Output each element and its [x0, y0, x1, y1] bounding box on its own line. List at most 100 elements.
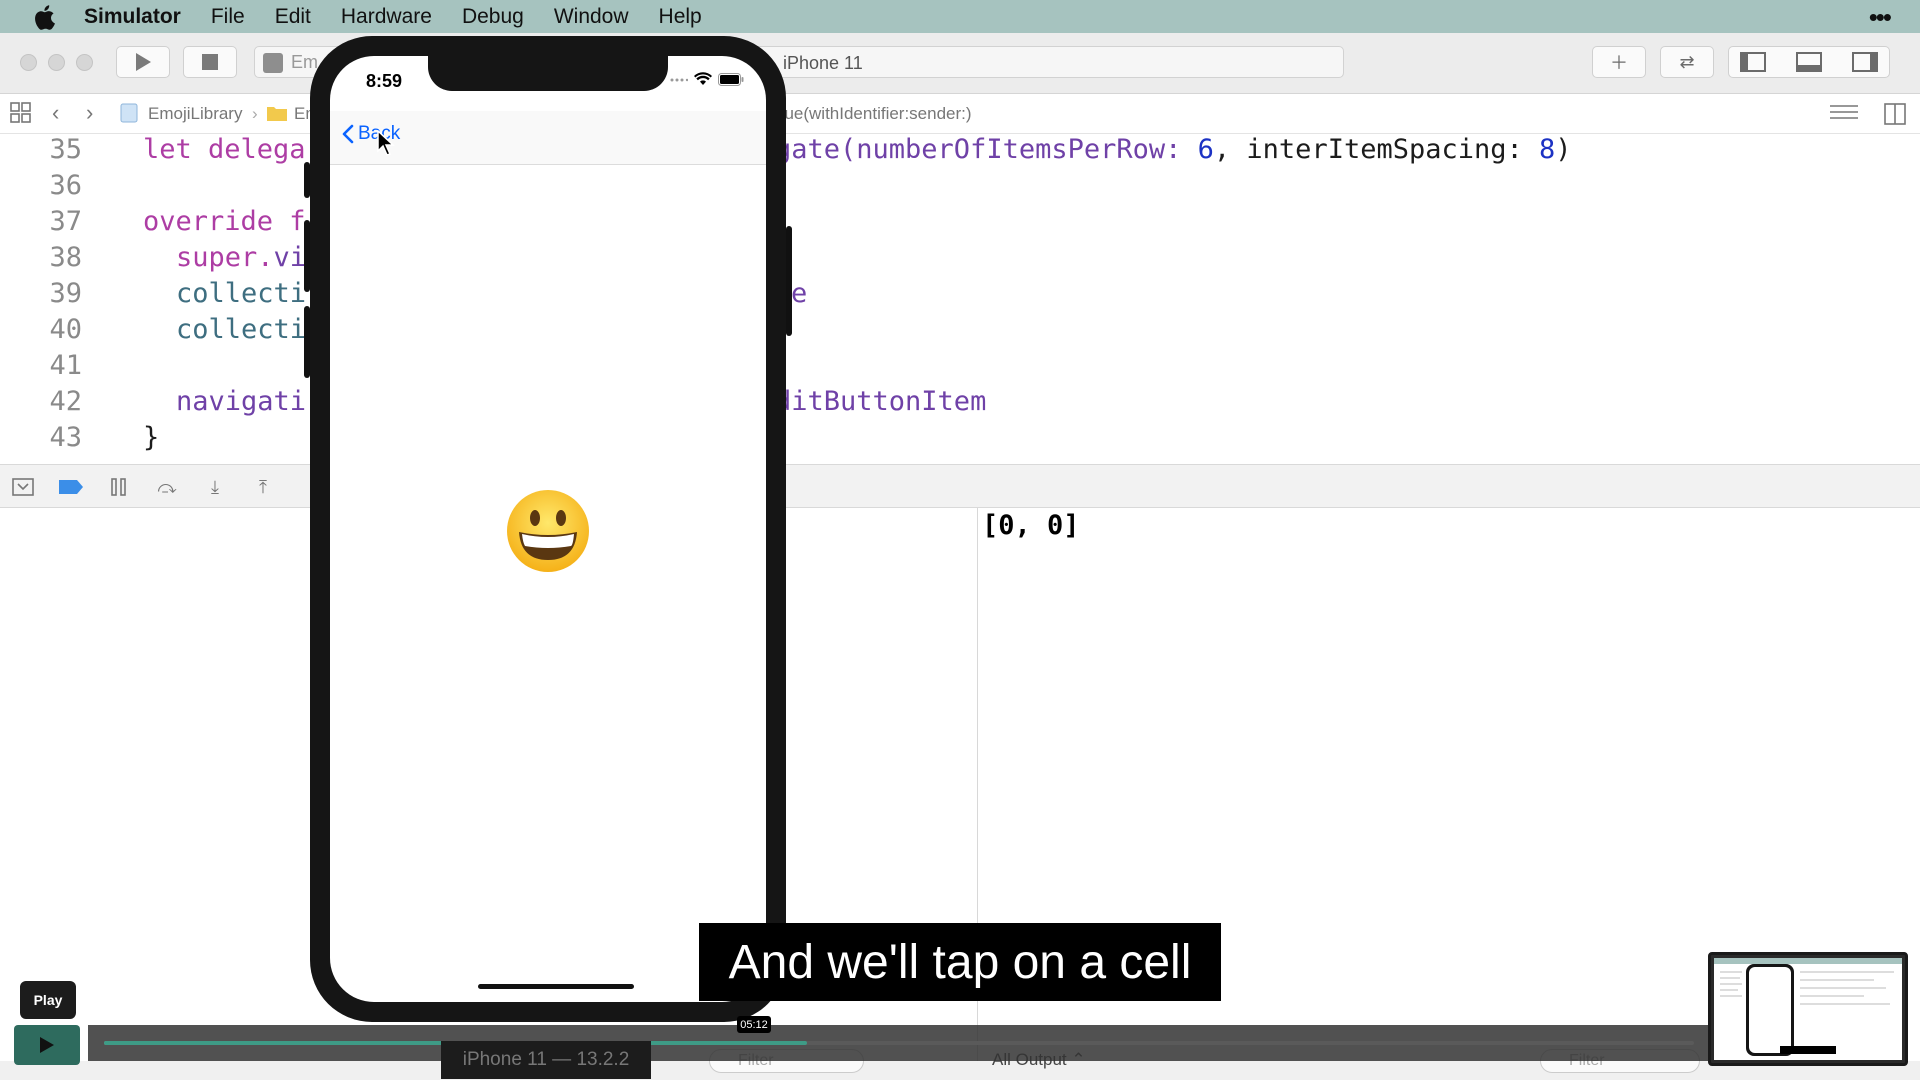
volume-up-button[interactable]: [304, 220, 310, 292]
jump-bar: ‹ › EmojiLibrary › Em gue(withIdentifier…: [0, 94, 1920, 134]
step-into-icon[interactable]: ⤓: [204, 476, 226, 498]
inspector-toggle-icon[interactable]: [1852, 52, 1878, 72]
debug-bar: ⤼ ⤓ ⤒: [0, 464, 1920, 508]
line-number: 36: [49, 170, 82, 201]
code-line-42-end: ditButtonItem: [775, 386, 987, 417]
video-timestamp: 05:12: [737, 1016, 771, 1033]
xcode-toolbar: Em iPhone 11 ＋ ⇄: [0, 33, 1920, 94]
back-chevron-icon[interactable]: ‹: [52, 100, 59, 126]
notch: [428, 56, 668, 91]
line-number: 38: [49, 242, 82, 273]
code-token: super.: [176, 242, 274, 273]
stop-icon: [202, 54, 218, 70]
menu-debug[interactable]: Debug: [462, 5, 524, 29]
line-number: 37: [49, 206, 82, 237]
line-number: 41: [49, 350, 82, 381]
play-tooltip: Play: [20, 981, 76, 1019]
video-caption: And we'll tap on a cell: [699, 923, 1221, 1001]
play-icon: [40, 1037, 54, 1053]
panel-toggle-group: [1728, 46, 1890, 78]
editor-options-icon[interactable]: [1830, 103, 1858, 128]
video-progress-bar[interactable]: [88, 1025, 1708, 1061]
related-items-icon[interactable]: [10, 102, 32, 129]
code-token: ): [1555, 134, 1572, 165]
step-over-icon[interactable]: ⤼: [156, 476, 178, 498]
menu-hardware[interactable]: Hardware: [341, 5, 432, 29]
menu-edit[interactable]: Edit: [275, 5, 311, 29]
iphone-simulator: 8:59 Back: [304, 36, 792, 1022]
console-output: [0, 0]: [982, 510, 1080, 541]
menu-app-name[interactable]: Simulator: [84, 5, 181, 29]
line-number: 35: [49, 134, 82, 165]
folder-icon: [266, 104, 288, 127]
code-token: 6: [1197, 134, 1214, 165]
pause-icon[interactable]: [108, 476, 130, 498]
code-line-40: collecti: [176, 314, 307, 345]
menu-help[interactable]: Help: [659, 5, 702, 29]
code-line-37: override f: [143, 206, 306, 237]
code-line-39-start: collecti: [176, 278, 307, 309]
breakpoints-icon[interactable]: [58, 476, 84, 498]
silent-switch[interactable]: [304, 162, 310, 198]
window-zoom-button[interactable]: [76, 54, 93, 71]
more-icon[interactable]: •••: [1869, 2, 1892, 33]
menu-window[interactable]: Window: [554, 5, 629, 29]
code-review-button[interactable]: ⇄: [1660, 46, 1714, 78]
project-file-icon: [120, 103, 138, 128]
scheme-name: Em: [291, 52, 318, 72]
window-minimize-button[interactable]: [48, 54, 65, 71]
swap-arrows-icon: ⇄: [1679, 51, 1695, 72]
step-out-icon[interactable]: ⤒: [252, 476, 274, 498]
grinning-face-emoji: [507, 490, 589, 572]
phone-screen[interactable]: 8:59 Back: [330, 56, 766, 1002]
navigation-bar: Back: [330, 111, 766, 165]
back-chevron-icon: [342, 124, 354, 144]
scheme-device: iPhone 11: [783, 53, 863, 73]
status-time: 8:59: [366, 71, 403, 91]
line-number: 43: [49, 422, 82, 453]
simulator-device-label: iPhone 11 — 13.2.2: [441, 1041, 651, 1079]
line-number: 39: [49, 278, 82, 309]
breadcrumb-project[interactable]: EmojiLibrary: [148, 104, 242, 124]
battery-icon: [718, 72, 744, 86]
window-close-button[interactable]: [20, 54, 37, 71]
progress-track: [104, 1041, 1694, 1045]
volume-down-button[interactable]: [304, 306, 310, 378]
code-line-35-start: let delega: [143, 134, 306, 165]
video-preview-thumbnail[interactable]: [1708, 952, 1908, 1066]
thumbnail-screenshot-icon: [1714, 958, 1902, 1056]
menu-file[interactable]: File: [211, 5, 245, 29]
stop-button[interactable]: [183, 46, 237, 78]
wifi-icon: [694, 72, 712, 85]
line-number: 40: [49, 314, 82, 345]
menu-bar: Simulator File Edit Hardware Debug Windo…: [0, 0, 1920, 33]
play-icon: [136, 53, 151, 71]
code-token: vi: [273, 242, 307, 273]
thumbnail-image: [1714, 958, 1902, 1060]
home-indicator[interactable]: [478, 984, 634, 989]
code-line-38: super.vi: [176, 242, 306, 273]
cellular-signal-icon: [670, 78, 688, 82]
library-button[interactable]: ＋: [1592, 46, 1646, 78]
run-button[interactable]: [116, 46, 170, 78]
breadcrumb-separator-icon: ›: [252, 104, 258, 123]
video-play-button[interactable]: [14, 1025, 80, 1065]
breadcrumb-symbol[interactable]: gue(withIdentifier:sender:): [775, 104, 972, 124]
code-line-35-end: gate(numberOfItemsPerRow: 6, interItemSp…: [775, 134, 1572, 165]
code-token: 8: [1539, 134, 1556, 165]
code-token: gate(numberOfItemsPerRow:: [775, 134, 1198, 165]
plus-icon: ＋: [1610, 53, 1628, 73]
add-editor-icon[interactable]: [1884, 103, 1906, 130]
code-line-42-start: navigati: [176, 386, 307, 417]
navigator-toggle-icon[interactable]: [1740, 52, 1766, 72]
code-editor[interactable]: 35 36 37 38 39 40 41 42 43 let delega ga…: [0, 134, 1920, 464]
side-button[interactable]: [786, 226, 792, 336]
line-number: 42: [49, 386, 82, 417]
debug-area-toggle-icon[interactable]: [1796, 52, 1822, 72]
forward-chevron-icon[interactable]: ›: [86, 100, 93, 126]
status-icons: [670, 72, 744, 86]
app-scheme-icon: [263, 52, 283, 73]
code-token: , interItemSpacing:: [1213, 134, 1540, 165]
hide-debug-area-icon[interactable]: [12, 476, 34, 498]
apple-logo-icon[interactable]: [30, 4, 58, 30]
